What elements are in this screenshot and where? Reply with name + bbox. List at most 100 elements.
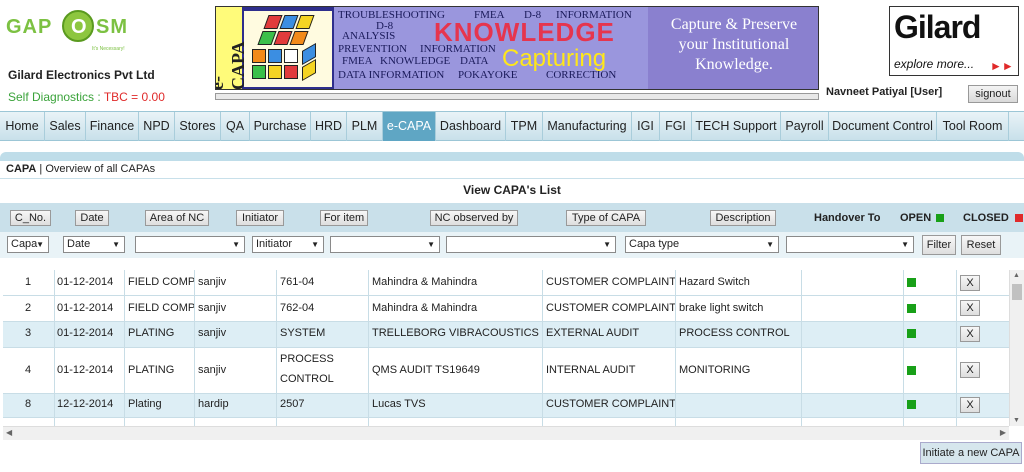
chevron-down-icon: ▼ xyxy=(603,240,611,249)
date-filter-select[interactable]: Date ▼ xyxy=(63,236,125,253)
nav-item-manufacturing[interactable]: Manufacturing xyxy=(543,112,632,141)
chevron-down-icon: ▼ xyxy=(901,240,909,249)
signout-button[interactable]: signout xyxy=(968,85,1018,103)
open-status-icon xyxy=(907,304,916,313)
cell-area: FIELD COMP xyxy=(128,276,196,288)
banner-keywords: TROUBLESHOOTING FMEA D-8 INFORMATION D-8… xyxy=(334,7,648,89)
logo-text-left: GAP xyxy=(6,16,53,38)
table-vertical-scrollbar[interactable]: ▲ ▼ xyxy=(1009,270,1024,426)
divider xyxy=(3,393,1009,394)
open-status-icon xyxy=(907,329,916,338)
breadcrumb-page: Overview of all CAPAs xyxy=(45,163,156,175)
breadcrumb-section[interactable]: CAPA xyxy=(6,163,36,175)
table-horizontal-scrollbar[interactable]: ◀ ▶ xyxy=(3,426,1009,440)
close-capa-button[interactable]: X xyxy=(960,275,980,291)
chevron-down-icon: ▼ xyxy=(427,240,435,249)
close-capa-button[interactable]: X xyxy=(960,397,980,413)
handover-header: Handover To xyxy=(814,212,881,224)
logo-text-right: SM xyxy=(96,16,128,38)
sort-observed-button[interactable]: NC observed by xyxy=(430,210,518,226)
cell-date: 01-12-2014 xyxy=(57,364,114,376)
reset-button[interactable]: Reset xyxy=(961,235,1001,255)
area-filter-select[interactable]: ▼ xyxy=(135,236,245,253)
capa-type-filter-select[interactable]: Capa type ▼ xyxy=(625,236,779,253)
observed-filter-select[interactable]: ▼ xyxy=(446,236,616,253)
nav-item-igi[interactable]: IGI xyxy=(632,112,660,141)
cell-description: brake light switch xyxy=(679,302,764,314)
main-nav: Home Sales Finance NPD Stores QA Purchas… xyxy=(0,111,1024,141)
breadcrumb: CAPA | Overview of all CAPAs xyxy=(6,163,155,175)
cell-date: 01-12-2014 xyxy=(57,276,114,288)
open-legend-icon xyxy=(936,214,944,222)
nav-item-tech-support[interactable]: TECH Support xyxy=(692,112,781,141)
sort-type-button[interactable]: Type of CAPA xyxy=(566,210,646,226)
gilard-logo[interactable]: Gilard explore more... ►► xyxy=(889,6,1019,76)
nav-item-document-control[interactable]: Document Control xyxy=(829,112,937,141)
sort-description-button[interactable]: Description xyxy=(710,210,776,226)
cell-cno: 8 xyxy=(25,398,32,410)
cell-cno: 4 xyxy=(25,364,32,376)
divider xyxy=(124,270,125,426)
table-row[interactable]: 3 01-12-2014 PLATING sanjiv SYSTEM TRELL… xyxy=(3,321,1009,347)
breadcrumb-separator: | xyxy=(39,163,43,175)
nav-item-fgi[interactable]: FGI xyxy=(660,112,692,141)
nav-item-npd[interactable]: NPD xyxy=(139,112,175,141)
nav-item-ecapa[interactable]: e-CAPA xyxy=(383,112,436,141)
nav-item-home[interactable]: Home xyxy=(0,112,45,141)
close-capa-button[interactable]: X xyxy=(960,362,980,378)
nav-item-purchase[interactable]: Purchase xyxy=(250,112,311,141)
cell-item: 761-04 xyxy=(280,276,315,288)
nav-item-finance[interactable]: Finance xyxy=(86,112,139,141)
table-row[interactable]: 1 01-12-2014 FIELD COMP sanjiv 761-04 Ma… xyxy=(3,270,1009,295)
table-row[interactable]: 4 01-12-2014 PLATING sanjiv PROCESS CONT… xyxy=(3,347,1009,393)
cell-type: INTERNAL AUDIT xyxy=(546,364,636,376)
nav-item-payroll[interactable]: Payroll xyxy=(781,112,829,141)
initiator-filter-select[interactable]: Initiator ▼ xyxy=(252,236,324,253)
cell-observed: Mahindra & Mahindra xyxy=(372,302,478,314)
open-status-icon xyxy=(907,400,916,409)
scroll-right-icon: ▶ xyxy=(999,428,1006,437)
sort-cno-button[interactable]: C_No. xyxy=(10,210,51,226)
cell-item: PROCESS CONTROL xyxy=(280,353,334,385)
divider xyxy=(54,270,55,426)
divider xyxy=(3,295,1009,296)
filter-button[interactable]: Filter xyxy=(922,235,956,255)
nav-item-plm[interactable]: PLM xyxy=(347,112,383,141)
close-capa-button[interactable]: X xyxy=(960,326,980,342)
nav-item-qa[interactable]: QA xyxy=(221,112,250,141)
nav-item-tool-room[interactable]: Tool Room xyxy=(937,112,1009,141)
divider xyxy=(903,270,904,426)
initiate-capa-button[interactable]: Initiate a new CAPA xyxy=(920,442,1022,464)
cell-item: 762-04 xyxy=(280,302,315,314)
sort-area-button[interactable]: Area of NC xyxy=(145,210,209,226)
description-filter-select[interactable]: ▼ xyxy=(786,236,914,253)
nav-item-hrd[interactable]: HRD xyxy=(311,112,347,141)
nav-item-sales[interactable]: Sales xyxy=(45,112,86,141)
table-row[interactable]: 8 12-12-2014 Plating hardip 2507 Lucas T… xyxy=(3,393,1009,417)
brand-tagline: explore more... xyxy=(894,57,975,71)
item-filter-select[interactable]: ▼ xyxy=(330,236,440,253)
banner-capturing: Capturing xyxy=(502,45,607,72)
nav-item-stores[interactable]: Stores xyxy=(175,112,221,141)
divider xyxy=(368,270,369,426)
table-row[interactable]: 2 01-12-2014 FIELD COMP sanjiv 762-04 Ma… xyxy=(3,295,1009,321)
nav-item-dashboard[interactable]: Dashboard xyxy=(436,112,506,141)
banner-scrollbar[interactable] xyxy=(215,93,819,100)
cell-type: CUSTOMER COMPLAINT xyxy=(546,302,676,314)
capa-filter-select[interactable]: Capa ▼ xyxy=(7,236,49,253)
company-name: Gilard Electronics Pvt Ltd xyxy=(8,68,155,82)
gaposm-logo[interactable]: GAP O SM It's Necessary! xyxy=(6,10,146,60)
close-capa-button[interactable]: X xyxy=(960,300,980,316)
rubiks-cube-icon xyxy=(244,11,332,87)
cell-observed: Mahindra & Mahindra xyxy=(372,276,478,288)
table-row[interactable] xyxy=(3,417,1009,426)
sort-initiator-button[interactable]: Initiator xyxy=(236,210,284,226)
sort-date-button[interactable]: Date xyxy=(75,210,109,226)
sort-item-button[interactable]: For item xyxy=(320,210,368,226)
cell-observed: QMS AUDIT TS19649 xyxy=(372,364,480,376)
nav-item-tpm[interactable]: TPM xyxy=(506,112,543,141)
scroll-thumb[interactable] xyxy=(1012,284,1022,300)
banner-side-label: e-CAPA xyxy=(216,7,248,89)
cell-area: FIELD COMP xyxy=(128,302,196,314)
cell-type: CUSTOMER COMPLAINT xyxy=(546,276,676,288)
